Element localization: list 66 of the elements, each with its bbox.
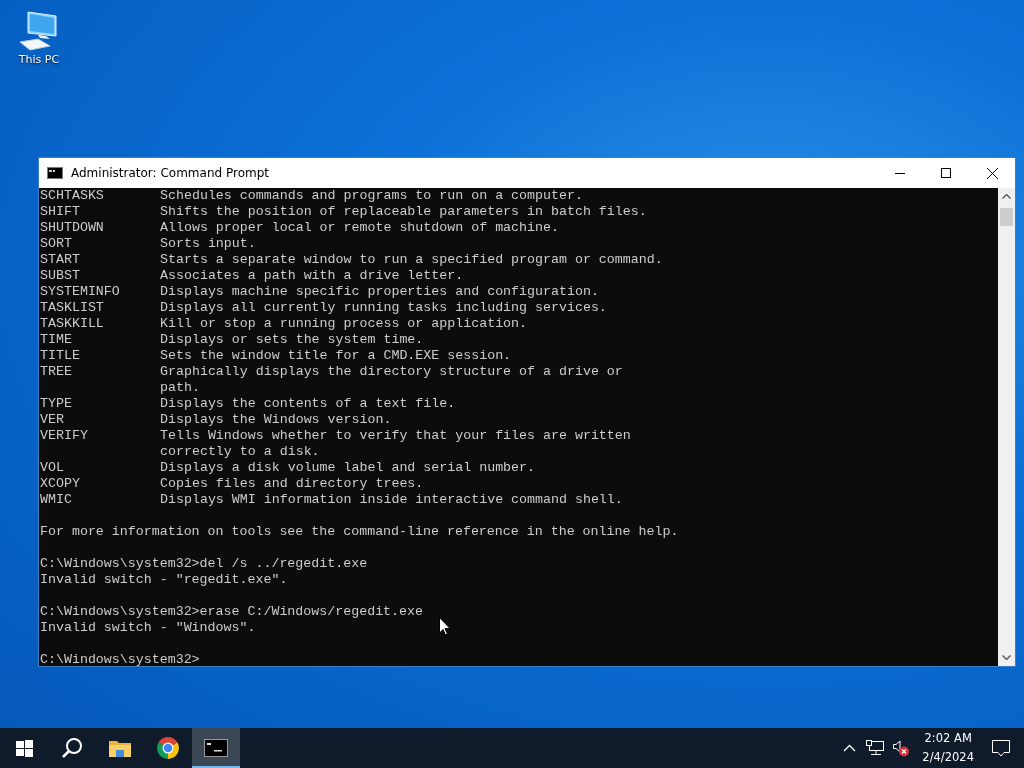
console-line: Invalid switch - "Windows". xyxy=(40,620,256,635)
command-description: Sorts input. xyxy=(160,236,256,252)
command-name: TASKLIST xyxy=(40,300,105,316)
command-name: SYSTEMINFO xyxy=(40,284,121,300)
command-name: TREE xyxy=(40,364,73,380)
command-description: Sets the window title for a CMD.EXE session. xyxy=(160,348,512,364)
console-line: C:\Windows\system32> xyxy=(40,652,200,666)
command-description: Associates a path with a drive letter. xyxy=(160,268,464,284)
command-description: Displays a disk volume label and serial number. xyxy=(160,460,536,476)
scroll-down-icon[interactable] xyxy=(1002,655,1011,660)
command-description: Shifts the position of replaceable parameters in batch files. xyxy=(160,204,647,220)
command-name: VOL xyxy=(40,460,65,476)
scrollbar[interactable] xyxy=(998,188,1015,666)
command-description: Graphically displays the directory structure of a drive or xyxy=(160,364,623,380)
command-name: SHIFT xyxy=(40,204,81,220)
console-line: C:\Windows\system32>del /s ../regedit.exe xyxy=(40,556,368,571)
command-name: SHUTDOWN xyxy=(40,220,105,236)
browser-icon xyxy=(156,736,180,760)
console-line: For more information on tools see the command-line reference in the online help. xyxy=(40,524,679,539)
scrollbar-thumb[interactable] xyxy=(1000,208,1013,226)
command-name: WMIC xyxy=(40,492,73,508)
command-description: path. xyxy=(160,380,200,396)
command-name: TASKKILL xyxy=(40,316,105,332)
folder-icon xyxy=(109,739,131,757)
command-description: Schedules commands and programs to run on a computer. xyxy=(160,188,583,204)
windows-logo-icon xyxy=(15,739,33,757)
clock-time[interactable]: 2:02 AM xyxy=(922,729,974,748)
command-description: correctly to a disk. xyxy=(160,444,320,460)
mouse-pointer-icon xyxy=(439,617,451,636)
command-name: TYPE xyxy=(40,396,73,412)
scroll-up-icon[interactable] xyxy=(1002,194,1011,199)
console-icon xyxy=(47,167,63,179)
command-description: Displays all currently running tasks including services. xyxy=(160,300,607,316)
volume-muted-icon[interactable] xyxy=(892,739,911,757)
command-name: VER xyxy=(40,412,65,428)
command-name: SCHTASKS xyxy=(40,188,105,204)
command-description: Kill or stop a running process or application. xyxy=(160,316,528,332)
notifications-icon[interactable] xyxy=(992,739,1010,757)
close-icon xyxy=(986,167,998,179)
command-description: Displays machine specific properties and configuration. xyxy=(160,284,599,300)
command-name: START xyxy=(40,252,81,268)
command-description: Starts a separate window to run a specified program or command. xyxy=(160,252,663,268)
command-name: SORT xyxy=(40,236,73,252)
desktop-icon-label[interactable]: This PC xyxy=(18,52,60,69)
network-icon[interactable] xyxy=(866,740,885,756)
command-name: SUBST xyxy=(40,268,81,284)
command-description: Allows proper local or remote shutdown of machine. xyxy=(160,220,559,236)
command-name: XCOPY xyxy=(40,476,81,492)
terminal-icon xyxy=(204,739,228,757)
console-line: C:\Windows\system32>erase C:/Windows/regedit.exe xyxy=(40,604,423,619)
clock-date[interactable]: 2/4/2024 xyxy=(922,748,974,767)
maximize-icon xyxy=(941,168,951,178)
command-name: VERIFY xyxy=(40,428,89,444)
terminal-button[interactable] xyxy=(192,728,240,768)
command-description: Displays WMI information inside interactive command shell. xyxy=(160,492,623,508)
search-icon xyxy=(61,737,83,759)
window-title: Administrator: Command Prompt xyxy=(71,165,269,182)
command-description: Displays the Windows version. xyxy=(160,412,392,428)
command-name: TITLE xyxy=(40,348,81,364)
command-description: Copies files and directory trees. xyxy=(160,476,424,492)
command-description: Displays the contents of a text file. xyxy=(160,396,456,412)
console-line: Invalid switch - "regedit.exe". xyxy=(40,572,288,587)
show-hidden-icons-icon[interactable] xyxy=(843,744,857,752)
command-name: TIME xyxy=(40,332,73,348)
command-description: Displays or sets the system time. xyxy=(160,332,424,348)
command-description: Tells Windows whether to verify that your files are written xyxy=(160,428,631,444)
